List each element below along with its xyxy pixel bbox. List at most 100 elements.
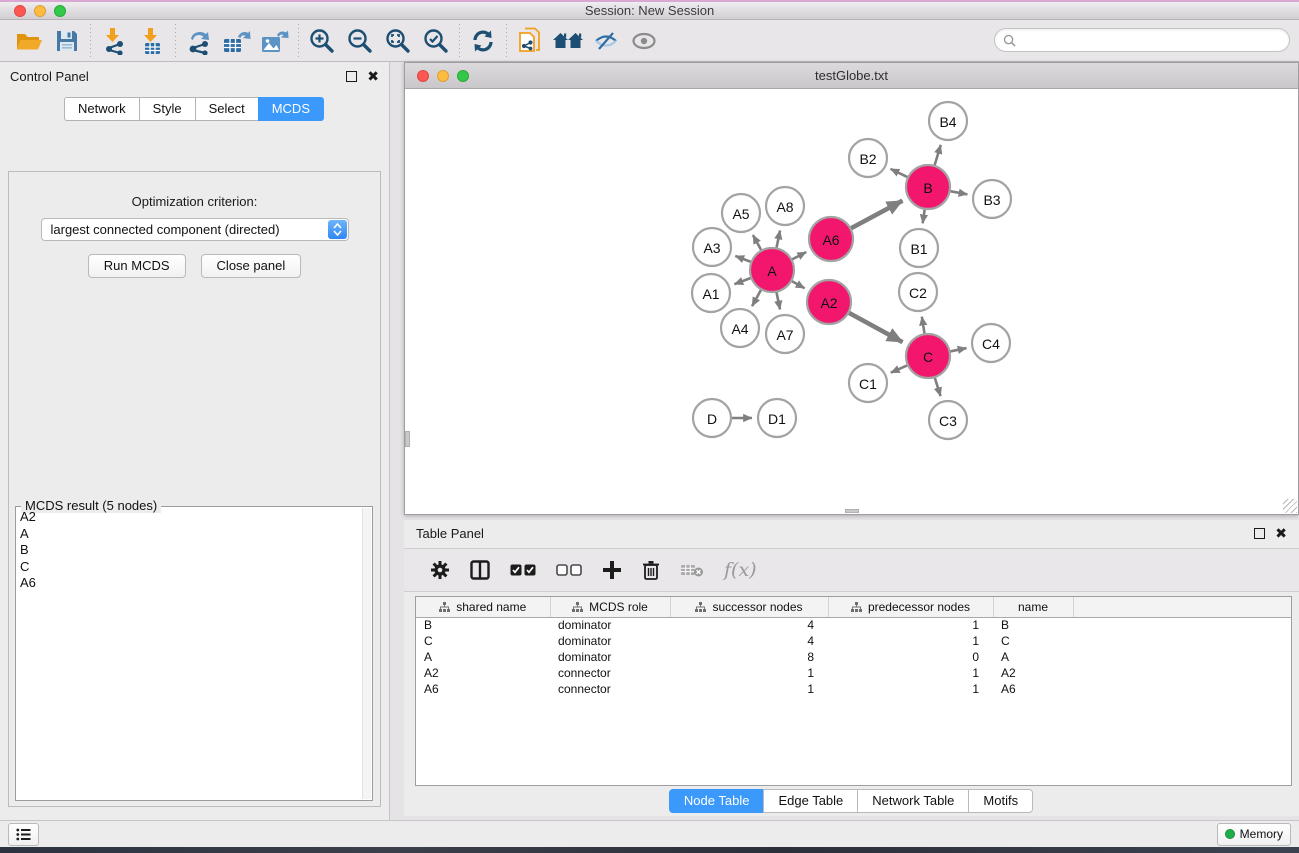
float-table-panel-icon[interactable] [1254, 528, 1265, 539]
cell-name[interactable]: A2 [993, 665, 1073, 681]
column-header-shared-name[interactable]: shared name [416, 597, 550, 617]
result-item[interactable]: B [20, 542, 361, 559]
show-all-button[interactable] [625, 23, 663, 59]
zoom-in-button[interactable] [303, 23, 341, 59]
search-field[interactable] [994, 28, 1290, 52]
show-column-button[interactable] [470, 560, 490, 580]
cell-MCDS-role[interactable]: dominator [550, 649, 670, 665]
cell-MCDS-role[interactable]: connector [550, 681, 670, 697]
cell-successor-nodes[interactable]: 4 [670, 617, 828, 633]
cell-name[interactable]: B [993, 617, 1073, 633]
cell-predecessor-nodes[interactable]: 0 [828, 649, 993, 665]
edge-A-A2[interactable] [791, 281, 804, 289]
select-none-button[interactable] [556, 564, 582, 576]
hide-selected-button[interactable] [587, 23, 625, 59]
cell-successor-nodes[interactable]: 1 [670, 681, 828, 697]
table-row[interactable]: Cdominator41C [416, 633, 1291, 649]
cell-predecessor-nodes[interactable]: 1 [828, 617, 993, 633]
float-panel-icon[interactable] [346, 71, 357, 82]
cell-shared-name[interactable]: A6 [416, 681, 550, 697]
cell-MCDS-role[interactable]: dominator [550, 617, 670, 633]
edge-B-B2[interactable] [891, 169, 909, 178]
export-image-button[interactable] [256, 23, 294, 59]
cell-predecessor-nodes[interactable]: 1 [828, 665, 993, 681]
edge-A-A1[interactable] [734, 278, 751, 284]
zoom-selected-button[interactable] [417, 23, 455, 59]
export-table-button[interactable] [218, 23, 256, 59]
home-view-button[interactable] [549, 23, 587, 59]
criterion-select[interactable]: largest connected component (directed) [41, 218, 349, 241]
delete-row-button[interactable] [642, 560, 660, 580]
tab-mcds[interactable]: MCDS [258, 97, 324, 121]
edge-B-B4[interactable] [934, 145, 940, 166]
edge-A-A6[interactable] [791, 252, 806, 260]
tab-style[interactable]: Style [139, 97, 196, 121]
result-scrollbar[interactable] [362, 508, 371, 799]
add-row-button[interactable] [602, 560, 622, 580]
edge-A-A3[interactable] [735, 256, 751, 262]
edge-A-A5[interactable] [753, 235, 762, 251]
cell-shared-name[interactable]: A2 [416, 665, 550, 681]
cell-predecessor-nodes[interactable]: 1 [828, 681, 993, 697]
result-item[interactable]: C [20, 559, 361, 576]
import-network-button[interactable] [95, 23, 133, 59]
table-settings-button[interactable] [430, 560, 450, 580]
tab-select[interactable]: Select [195, 97, 259, 121]
function-builder-label[interactable]: f(x) [724, 559, 757, 581]
edge-C-C4[interactable] [950, 348, 967, 352]
select-all-button[interactable] [510, 564, 536, 576]
tab-node-table[interactable]: Node Table [669, 789, 765, 813]
network-canvas[interactable]: AA1A2A3A4A5A6A7A8BB1B2B3B4CC1C2C3C4DD1 [405, 89, 1298, 514]
cell-predecessor-nodes[interactable]: 1 [828, 633, 993, 649]
zoom-out-button[interactable] [341, 23, 379, 59]
search-input[interactable] [1016, 31, 1289, 49]
column-header-name[interactable]: name [993, 597, 1073, 617]
result-item[interactable]: A6 [20, 575, 361, 592]
canvas-vertical-scrollbar[interactable] [405, 431, 410, 447]
result-item[interactable]: A2 [20, 509, 361, 526]
edge-A6-B[interactable] [850, 201, 902, 229]
tab-edge-table[interactable]: Edge Table [763, 789, 858, 813]
edge-A2-C[interactable] [848, 313, 902, 343]
edge-B-B3[interactable] [950, 191, 968, 194]
edge-B-B1[interactable] [923, 209, 925, 224]
import-table-button[interactable] [133, 23, 171, 59]
tab-network[interactable]: Network [64, 97, 140, 121]
cell-shared-name[interactable]: B [416, 617, 550, 633]
close-panel-icon[interactable]: ✖ [367, 71, 379, 82]
zoom-fit-button[interactable] [379, 23, 417, 59]
column-header-successor-nodes[interactable]: successor nodes [670, 597, 828, 617]
clone-network-button[interactable] [511, 23, 549, 59]
cell-name[interactable]: C [993, 633, 1073, 649]
refresh-button[interactable] [464, 23, 502, 59]
edge-A-A4[interactable] [752, 289, 761, 306]
table-row[interactable]: Bdominator41B [416, 617, 1291, 633]
cell-name[interactable]: A6 [993, 681, 1073, 697]
edge-C-C3[interactable] [935, 377, 941, 396]
save-session-button[interactable] [48, 23, 86, 59]
memory-button[interactable]: Memory [1217, 823, 1291, 846]
delete-table-button[interactable] [680, 562, 704, 578]
close-table-panel-icon[interactable]: ✖ [1275, 528, 1287, 539]
column-header-MCDS-role[interactable]: MCDS role [550, 597, 670, 617]
open-file-button[interactable] [10, 23, 48, 59]
canvas-horizontal-scrollbar[interactable] [845, 509, 859, 513]
cell-shared-name[interactable]: A [416, 649, 550, 665]
edge-C-C2[interactable] [922, 317, 925, 335]
tab-motifs[interactable]: Motifs [968, 789, 1033, 813]
result-item[interactable]: A [20, 526, 361, 543]
cell-MCDS-role[interactable]: connector [550, 665, 670, 681]
run-mcds-button[interactable]: Run MCDS [88, 254, 186, 278]
cell-MCDS-role[interactable]: dominator [550, 633, 670, 649]
task-history-button[interactable] [8, 823, 39, 846]
edge-A-A7[interactable] [776, 292, 780, 310]
table-row[interactable]: A2connector11A2 [416, 665, 1291, 681]
tab-network-table[interactable]: Network Table [857, 789, 969, 813]
edge-A-A8[interactable] [776, 230, 780, 248]
cell-successor-nodes[interactable]: 1 [670, 665, 828, 681]
cell-successor-nodes[interactable]: 8 [670, 649, 828, 665]
column-header-predecessor-nodes[interactable]: predecessor nodes [828, 597, 993, 617]
cell-shared-name[interactable]: C [416, 633, 550, 649]
edge-C-C1[interactable] [891, 365, 908, 373]
cell-name[interactable]: A [993, 649, 1073, 665]
